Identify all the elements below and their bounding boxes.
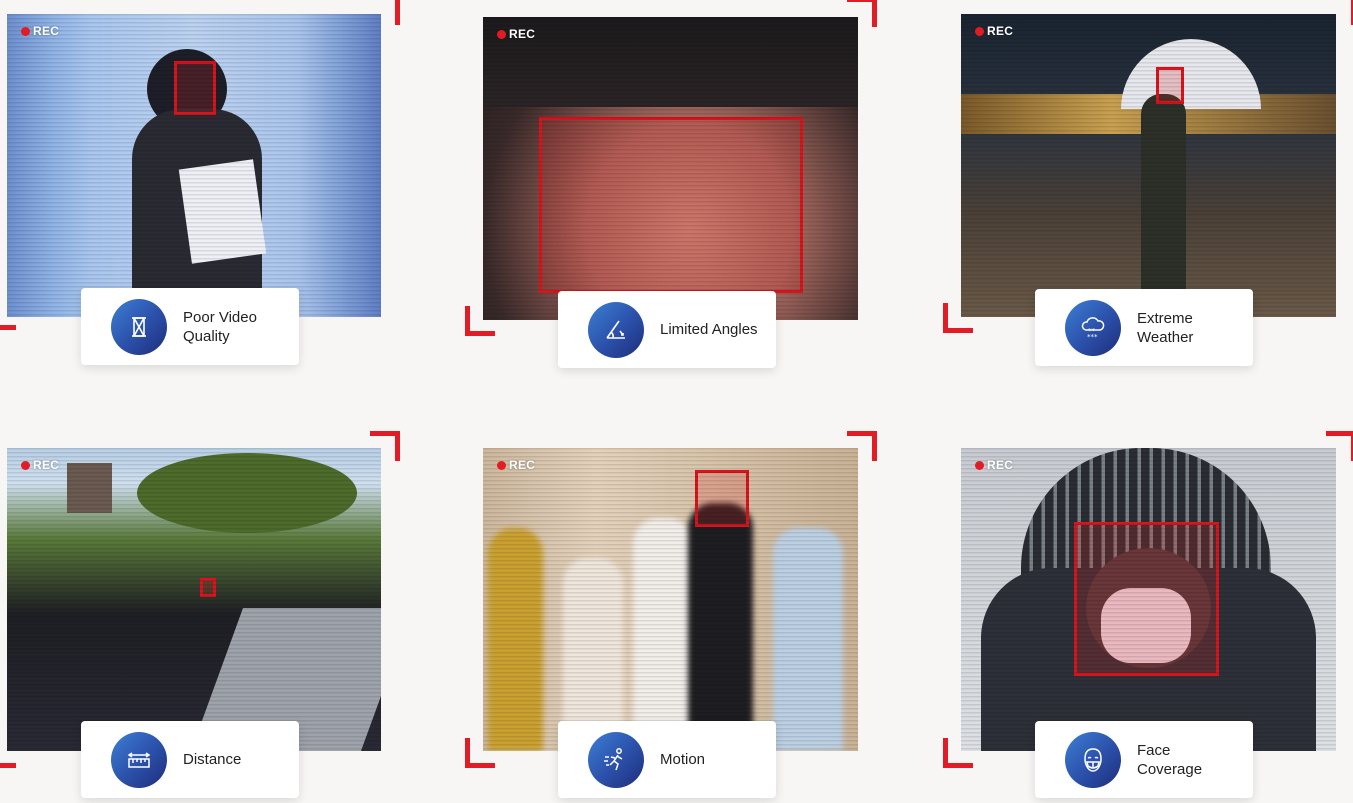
face-detection-box bbox=[174, 61, 216, 115]
frame-corner bbox=[1326, 0, 1353, 25]
face-detection-box bbox=[1156, 67, 1184, 104]
face-detection-box bbox=[539, 117, 803, 293]
rec-indicator: REC bbox=[21, 458, 59, 472]
snow-cloud-icon: ** *** bbox=[1065, 299, 1121, 356]
camera-feed-image: REC bbox=[961, 448, 1336, 751]
rec-dot bbox=[497, 460, 506, 470]
frame-corner bbox=[465, 738, 495, 768]
tile-card: ** *** Extreme Weather bbox=[1035, 289, 1253, 366]
hourglass-icon bbox=[111, 298, 167, 355]
tile-label: Face Coverage bbox=[1137, 741, 1203, 778]
tile-card: Poor Video Quality bbox=[81, 288, 299, 365]
running-person-icon bbox=[588, 731, 644, 788]
rec-label: REC bbox=[33, 24, 60, 38]
face-detection-box bbox=[200, 578, 216, 597]
camera-feed-image: REC bbox=[7, 448, 381, 751]
camera-feed-image: REC bbox=[483, 17, 858, 320]
rec-indicator: REC bbox=[975, 458, 1013, 472]
frame-corner bbox=[370, 0, 400, 25]
tile-label: Poor Video Quality bbox=[183, 308, 257, 345]
tile-label: Extreme Weather bbox=[1137, 309, 1194, 346]
rec-label: REC bbox=[509, 458, 536, 472]
rec-indicator: REC bbox=[21, 24, 59, 38]
frame-corner bbox=[0, 738, 16, 768]
svg-text:***: *** bbox=[1087, 333, 1098, 341]
angle-icon bbox=[588, 301, 644, 358]
frame-corner bbox=[0, 300, 16, 330]
frame-corner bbox=[465, 306, 495, 336]
rec-dot bbox=[21, 460, 30, 470]
tile-label: Distance bbox=[183, 751, 242, 768]
face-detection-box bbox=[1074, 522, 1219, 676]
frame-corner bbox=[370, 431, 400, 461]
rec-dot bbox=[497, 29, 506, 39]
camera-feed-image: REC bbox=[7, 14, 381, 317]
frame-corner bbox=[943, 738, 973, 768]
rec-indicator: REC bbox=[975, 24, 1013, 38]
rec-label: REC bbox=[987, 458, 1014, 472]
rec-label: REC bbox=[33, 458, 60, 472]
tile-card: Face Coverage bbox=[1035, 721, 1253, 798]
rec-label: REC bbox=[987, 24, 1014, 38]
tile-card: Motion bbox=[558, 721, 776, 798]
rec-indicator: REC bbox=[497, 27, 535, 41]
rec-dot bbox=[975, 460, 984, 470]
tile-card: Limited Angles bbox=[558, 291, 776, 368]
rec-dot bbox=[21, 26, 30, 36]
frame-corner bbox=[943, 303, 973, 333]
masked-face-icon bbox=[1065, 731, 1121, 788]
tile-card: Distance bbox=[81, 721, 299, 798]
face-detection-box bbox=[695, 470, 749, 527]
frame-corner bbox=[847, 431, 877, 461]
ruler-icon bbox=[111, 731, 167, 788]
camera-feed-image: REC bbox=[483, 448, 858, 751]
frame-corner bbox=[847, 0, 877, 27]
camera-feed-image: REC bbox=[961, 14, 1336, 317]
rec-dot bbox=[975, 26, 984, 36]
rec-indicator: REC bbox=[497, 458, 535, 472]
frame-corner bbox=[1326, 431, 1353, 461]
tile-label: Limited Angles bbox=[660, 321, 758, 338]
tile-label: Motion bbox=[660, 751, 706, 768]
rec-label: REC bbox=[509, 27, 536, 41]
